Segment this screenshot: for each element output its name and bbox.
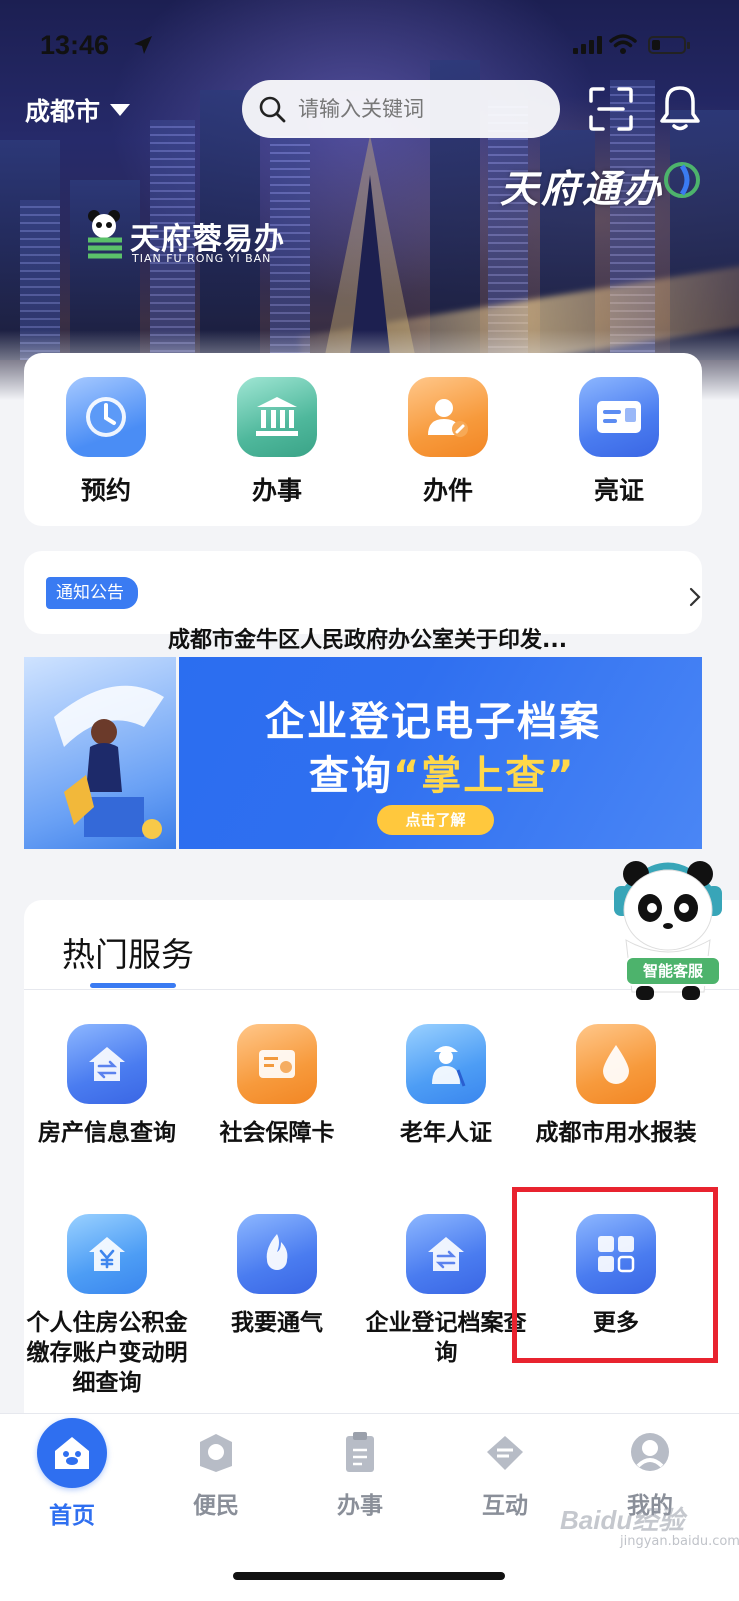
chevron-right-icon [689, 587, 701, 607]
interact-icon [487, 1436, 523, 1470]
service-housing-fund[interactable]: 个人住房公积金缴存账户变动明细查询 [22, 1214, 192, 1398]
battery-level [652, 40, 660, 50]
woman-reading-illustration [54, 685, 164, 839]
service-label: 个人住房公积金缴存账户变动明细查询 [26, 1310, 188, 1396]
service-label: 房产信息查询 [38, 1120, 176, 1146]
caret-down-icon [110, 104, 131, 116]
tianfu-brand-logo: 天府通办 [500, 166, 665, 211]
banner-learn-more-button[interactable]: 点击了解 [377, 805, 494, 835]
service-property-info[interactable]: 房产信息查询 [22, 1024, 192, 1148]
quick-action-label: 办件 [422, 476, 473, 505]
tab-label: 互动 [482, 1493, 528, 1519]
service-enterprise-archive[interactable]: 企业登记档案查询 [361, 1214, 531, 1368]
search-bar[interactable] [242, 80, 560, 138]
quick-action-label: 办事 [251, 476, 302, 505]
city-selector[interactable]: 成都市 [25, 92, 131, 128]
status-time: 13:46 [40, 30, 110, 60]
social-card-icon [237, 1024, 317, 1104]
service-label: 企业登记档案查询 [365, 1310, 527, 1366]
home-indicator[interactable] [233, 1572, 505, 1580]
housing-fund-icon [67, 1214, 147, 1294]
quick-action-case[interactable]: 办件 [388, 377, 508, 507]
tab-label: 便民 [193, 1493, 239, 1519]
search-icon [259, 96, 286, 123]
hot-services-title: 热门服务 [62, 935, 194, 974]
service-elder-card[interactable]: 老年人证 [361, 1024, 531, 1148]
smart-service-assistant[interactable]: 智能客服 [608, 852, 728, 1002]
baidu-watermark: Baidu经验 [560, 1505, 685, 1535]
tianfu-emblem-icon [664, 162, 700, 198]
tab-label: 首页 [49, 1503, 95, 1529]
highlight-annotation-box [512, 1187, 718, 1363]
service-water-installation[interactable]: 成都市用水报装 [531, 1024, 701, 1148]
bell-icon[interactable] [659, 84, 701, 132]
enterprise-exchange-icon [406, 1214, 486, 1294]
enterprise-archive-banner[interactable]: 企业登记电子档案 查询“掌上查” 点击了解 [179, 657, 702, 849]
elder-icon [406, 1024, 486, 1104]
panda-logo-icon [88, 210, 122, 259]
search-input[interactable] [296, 96, 540, 122]
bank-icon [237, 377, 317, 457]
id-card-icon [579, 377, 659, 457]
tab-convenience[interactable]: 便民 [166, 1430, 266, 1520]
quick-action-affairs[interactable]: 办事 [217, 377, 337, 507]
clock-icon [66, 377, 146, 457]
service-social-security-card[interactable]: 社会保障卡 [192, 1024, 362, 1148]
house-exchange-icon [67, 1024, 147, 1104]
water-drop-icon [576, 1024, 656, 1104]
quick-action-appointment[interactable]: 预约 [46, 377, 166, 507]
cellular-signal-icon [573, 36, 602, 54]
banner-title: 企业登记电子档案 [265, 699, 601, 745]
tab-label: 办事 [337, 1493, 383, 1519]
service-label: 老年人证 [400, 1120, 492, 1146]
banner-subtitle-highlight: “掌上查” [393, 753, 576, 799]
service-label: 我要通气 [231, 1310, 323, 1336]
tab-underline [90, 983, 176, 988]
location-arrow-icon [134, 36, 152, 54]
battery-icon [648, 36, 690, 54]
banner-subtitle: 查询“掌上查” [309, 743, 576, 801]
wifi-icon [609, 34, 637, 54]
convenience-icon [200, 1434, 232, 1472]
quick-action-label: 亮证 [593, 476, 644, 505]
profile-icon [631, 1433, 669, 1471]
tab-home[interactable]: 首页 [22, 1418, 122, 1530]
quick-action-show-id[interactable]: 亮证 [559, 377, 679, 507]
service-label: 社会保障卡 [219, 1120, 335, 1146]
gas-flame-icon [237, 1214, 317, 1294]
status-bar: 13:46 [0, 0, 739, 90]
tab-interact[interactable]: 互动 [455, 1430, 555, 1520]
service-label: 成都市用水报装 [535, 1120, 697, 1146]
city-label: 成都市 [25, 97, 101, 126]
scan-icon[interactable] [589, 87, 633, 131]
notice-headline[interactable]: 成都市金牛区人民政府办公室关于印发... [168, 622, 567, 654]
service-gas[interactable]: 我要通气 [192, 1214, 362, 1338]
person-stamp-icon [408, 377, 488, 457]
banner-illustration[interactable] [24, 657, 176, 849]
assistant-label: 智能客服 [625, 956, 721, 986]
bridge-tower-inner [350, 175, 390, 355]
banner-subtitle-prefix: 查询 [309, 753, 393, 799]
notice-badge: 通知公告 [46, 577, 138, 609]
quick-action-label: 预约 [80, 476, 131, 505]
tab-affairs[interactable]: 办事 [310, 1430, 410, 1520]
home-icon [37, 1418, 107, 1488]
rongyi-logo-subtext: TIAN FU RONG YI BAN [132, 252, 272, 265]
quick-actions-card: 预约 办事 办件 亮证 [24, 353, 702, 526]
clipboard-icon [346, 1432, 374, 1472]
baidu-watermark-url: jingyan.baidu.com [620, 1534, 739, 1549]
